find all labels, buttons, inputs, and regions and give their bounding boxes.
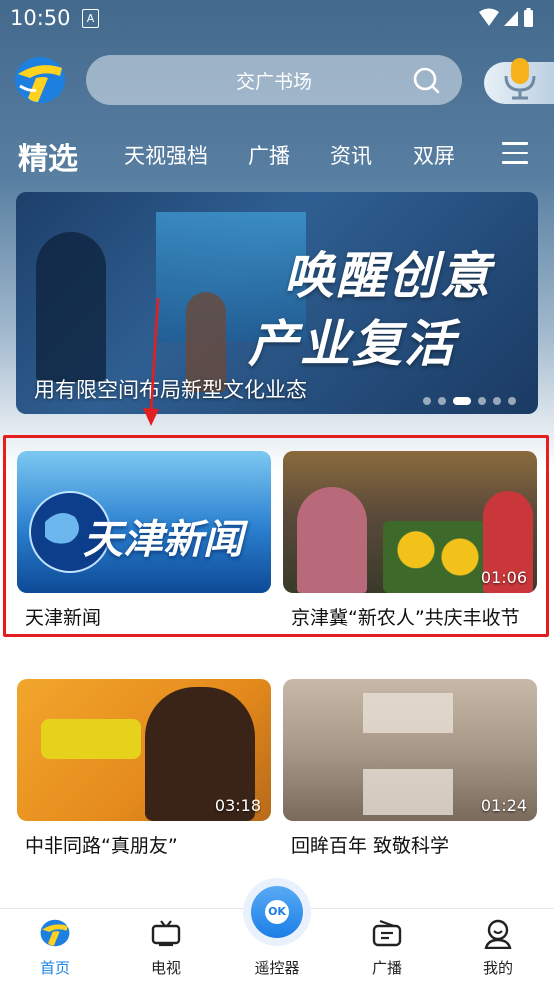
tv-icon bbox=[151, 920, 181, 947]
microphone-icon bbox=[504, 58, 536, 100]
thumb-sunflowers bbox=[383, 521, 493, 593]
thumb-person bbox=[297, 487, 367, 593]
video-title: 京津冀“新农人”共庆丰收节 bbox=[291, 607, 520, 629]
carousel-dot bbox=[493, 396, 501, 405]
search-icon[interactable] bbox=[412, 66, 440, 94]
menu-icon[interactable] bbox=[502, 142, 528, 171]
video-title: 回眸百年 致敬科学 bbox=[291, 835, 450, 857]
thumb-display-case bbox=[363, 769, 453, 815]
carousel-dot-active bbox=[453, 396, 471, 405]
video-thumbnail: 03:18 bbox=[17, 679, 271, 821]
app-logo-icon[interactable] bbox=[14, 56, 66, 104]
voice-search-button[interactable] bbox=[484, 58, 554, 104]
status-time: 10:50 bbox=[10, 6, 71, 30]
banner-caption: 用有限空间布局新型文化业态 bbox=[34, 378, 307, 402]
notification-icon: A bbox=[82, 9, 99, 28]
remote-dpad-icon: OK bbox=[251, 886, 303, 938]
banner-person-silhouette bbox=[36, 232, 106, 382]
video-thumbnail: 01:06 bbox=[283, 451, 537, 593]
video-thumbnail: 天津新闻 bbox=[17, 451, 271, 593]
video-duration: 03:18 bbox=[214, 796, 261, 815]
carousel-dot bbox=[423, 396, 431, 405]
tab-news[interactable]: 资讯 bbox=[330, 140, 372, 170]
home-logo-icon bbox=[40, 919, 70, 947]
tab-label: 电视 bbox=[150, 959, 181, 977]
tab-label: 广播 bbox=[371, 959, 402, 977]
annotation-arrow bbox=[143, 297, 160, 426]
user-profile-icon bbox=[484, 919, 512, 949]
carousel-dot bbox=[478, 396, 486, 405]
search-placeholder: 交广书场 bbox=[235, 71, 312, 93]
video-title: 中非同路“真朋友” bbox=[25, 835, 178, 857]
radio-icon bbox=[372, 919, 402, 947]
remote-ok-label: OK bbox=[265, 900, 289, 924]
banner-headline-2: 产业复活 bbox=[248, 315, 456, 373]
tab-label: 首页 bbox=[39, 959, 70, 977]
tab-home[interactable]: 首页 bbox=[15, 919, 95, 977]
tab-mine[interactable]: 我的 bbox=[458, 919, 538, 977]
banner-headline-1: 唤醒创意 bbox=[284, 247, 492, 305]
tab-label: 我的 bbox=[482, 959, 513, 977]
search-bar[interactable]: 交广书场 bbox=[86, 55, 462, 105]
carousel-indicator bbox=[416, 390, 516, 409]
tab-dual-screen[interactable]: 双屏 bbox=[413, 140, 455, 170]
thumb-display-case bbox=[363, 693, 453, 733]
tab-radio[interactable]: 广播 bbox=[347, 919, 427, 977]
video-thumbnail: 01:24 bbox=[283, 679, 537, 821]
video-duration: 01:06 bbox=[480, 568, 527, 587]
carousel-dot bbox=[438, 396, 446, 405]
tab-featured[interactable]: 精选 bbox=[18, 134, 78, 178]
status-bar: 10:50 A bbox=[0, 0, 554, 38]
wifi-signal-battery-icon bbox=[479, 8, 533, 27]
remote-control-button[interactable]: OK bbox=[243, 878, 311, 946]
video-duration: 01:24 bbox=[480, 796, 527, 815]
video-title: 天津新闻 bbox=[25, 607, 102, 629]
tab-tv[interactable]: 电视 bbox=[126, 919, 206, 977]
thumb-surveyor-instrument bbox=[41, 719, 141, 759]
tab-radio[interactable]: 广播 bbox=[248, 140, 290, 170]
category-nav: 精选 天视强档 广播 资讯 双屏 bbox=[0, 130, 554, 178]
tab-label: 遥控器 bbox=[254, 959, 300, 977]
thumb-title-text: 天津新闻 bbox=[83, 517, 243, 563]
featured-banner[interactable]: 唤醒创意 产业复活 用有限空间布局新型文化业态 bbox=[16, 192, 538, 414]
tab-tianshi[interactable]: 天视强档 bbox=[124, 140, 208, 170]
carousel-dot bbox=[508, 396, 516, 405]
